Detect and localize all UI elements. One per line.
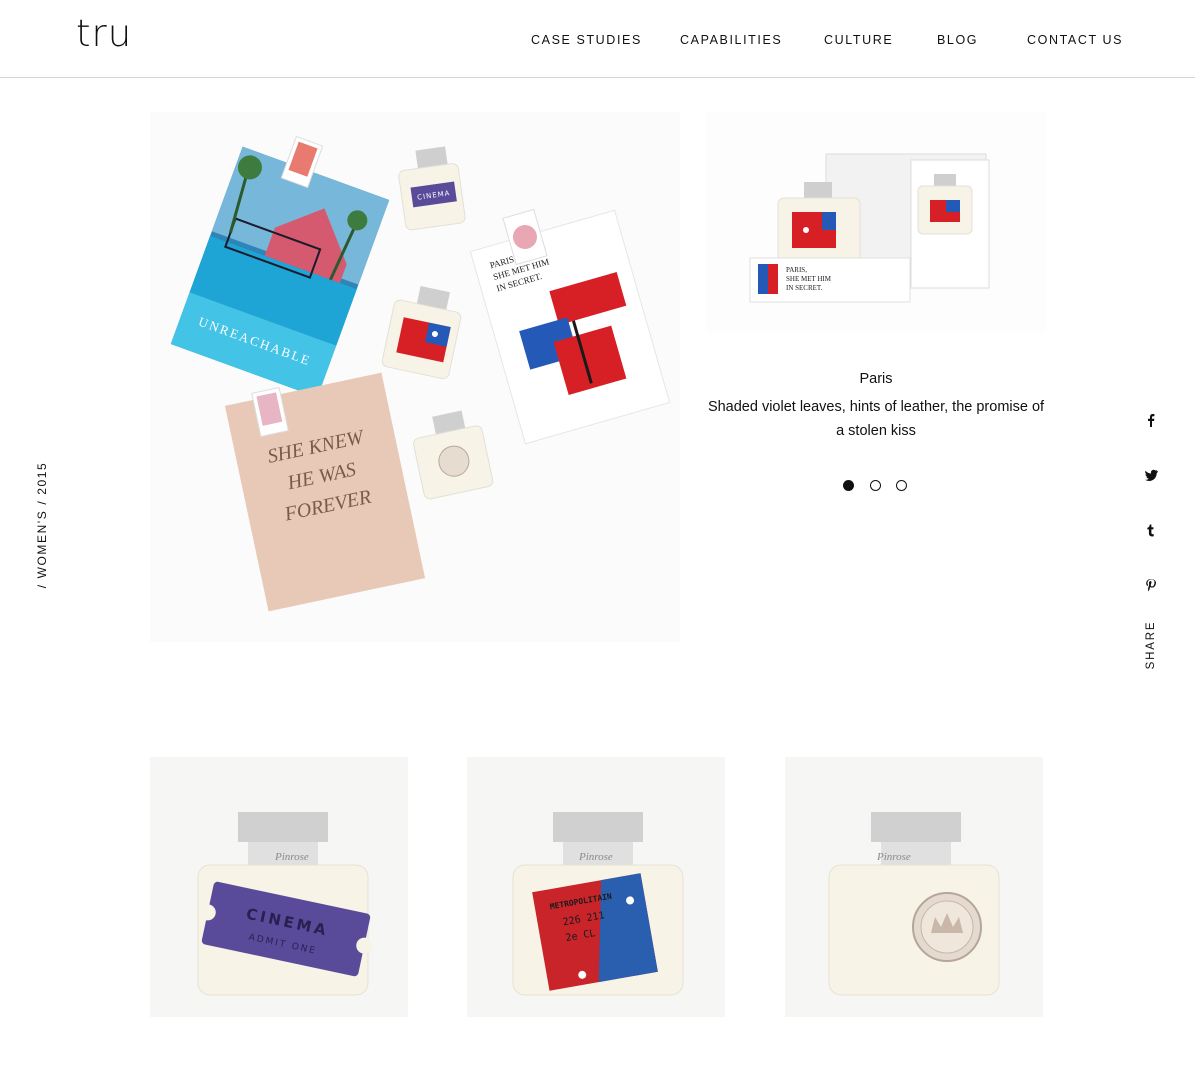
tumblr-icon[interactable] [1141,520,1161,540]
nav-contact-us[interactable]: CONTACT US [1027,33,1123,47]
product-image-metropolitain[interactable]: Pinrose METROPOLITAIN 226 211 2e CL [467,757,725,1017]
facebook-icon[interactable] [1141,410,1161,430]
slide-dot-2[interactable] [870,480,881,491]
slide-box-l1: PARIS, [786,266,807,274]
slide-image: PARIS, SHE MET HIM IN SECRET. [706,112,1046,332]
hero-image: UNREACHABLE CINEMA PARIS, SHE MET HIM IN… [150,112,680,642]
slide-box-l3: IN SECRET. [786,284,823,292]
slide-dot-1[interactable] [843,480,854,491]
slide-description: Shaded violet leaves, hints of leather, … [707,399,1045,439]
product-brand: Pinrose [274,851,309,863]
product-image-crown[interactable]: Pinrose [785,757,1043,1017]
product-brand: Pinrose [876,851,911,863]
nav-blog[interactable]: BLOG [937,33,978,47]
share-label: SHARE [1145,620,1157,670]
pinterest-icon[interactable] [1141,575,1161,595]
product-image-cinema[interactable]: Pinrose CINEMA ADMIT ONE [150,757,408,1017]
site-header: tru CASE STUDIES CAPABILITIES CULTURE BL… [0,0,1195,78]
slide-title: Paris [859,371,893,387]
nav-culture[interactable]: CULTURE [824,33,893,47]
slide-box-l2: SHE MET HIM [786,275,832,283]
nav-case-studies[interactable]: CASE STUDIES [531,33,642,47]
main-nav: CASE STUDIES CAPABILITIES CULTURE BLOG C… [0,33,1195,49]
slide-dot-3[interactable] [896,480,907,491]
category-label: / WOMEN'S / 2015 [35,461,49,589]
product-brand: Pinrose [578,851,613,863]
nav-capabilities[interactable]: CAPABILITIES [680,33,782,47]
twitter-icon[interactable] [1141,465,1161,485]
slideshow-pagination [843,480,913,492]
